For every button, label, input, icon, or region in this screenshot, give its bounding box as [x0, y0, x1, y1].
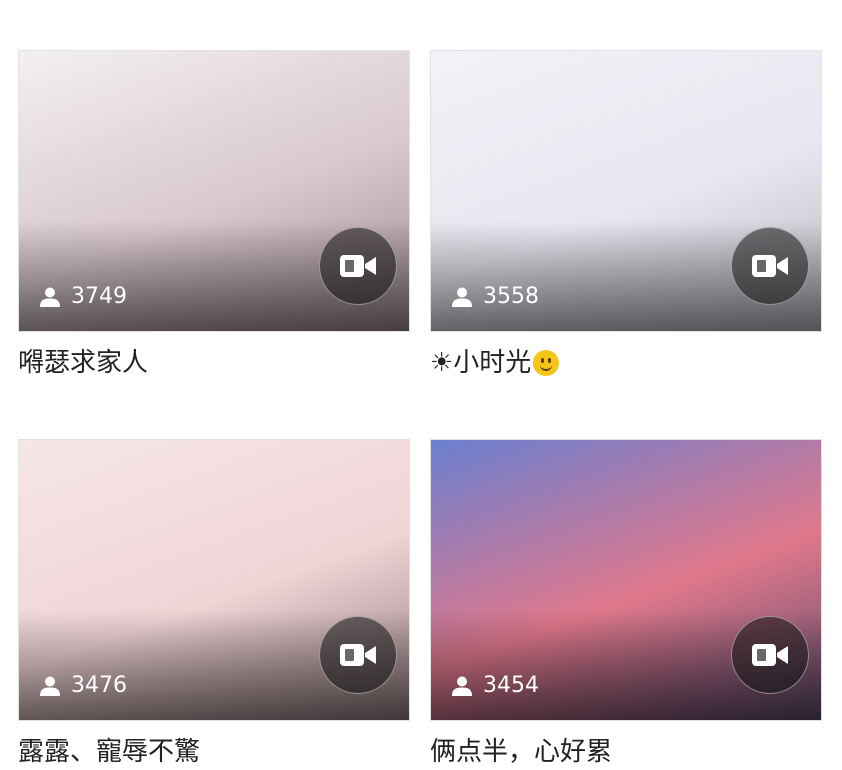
video-button[interactable] [319, 616, 397, 694]
stream-title-text: 俩点半，心好累 [430, 737, 613, 767]
video-camera-icon [752, 255, 788, 277]
video-camera-icon [340, 644, 376, 666]
stream-title[interactable]: 露露、寵辱不驚 [18, 735, 410, 769]
stream-title[interactable]: 俩点半，心好累 [430, 735, 822, 769]
viewer-count: 3558 [451, 284, 539, 309]
viewer-count-text: 3749 [71, 284, 127, 309]
person-icon [40, 287, 60, 307]
smile-emoji-icon [533, 350, 560, 376]
stream-title[interactable]: 嘚瑟求家人 [18, 346, 410, 380]
stream-thumbnail[interactable]: 3749 [18, 50, 410, 332]
video-button[interactable] [319, 227, 397, 305]
viewer-count: 3749 [39, 284, 127, 309]
viewer-count: 3476 [39, 673, 127, 698]
video-camera-icon [752, 644, 788, 666]
stream-card[interactable]: 3476 露露、寵辱不驚 [18, 439, 410, 769]
stream-thumbnail[interactable]: 3558 [430, 50, 822, 332]
stream-card[interactable]: 3454 俩点半，心好累 [430, 439, 822, 769]
video-button[interactable] [731, 616, 809, 694]
viewer-count-text: 3558 [483, 284, 539, 309]
stream-title-text: 嘚瑟求家人 [18, 348, 149, 378]
stream-thumbnail[interactable]: 3454 [430, 439, 822, 721]
person-icon [452, 287, 472, 307]
person-icon [452, 676, 472, 696]
stream-title-text: ☀小时光 [430, 348, 532, 378]
viewer-count-text: 3454 [483, 673, 539, 698]
stream-title[interactable]: ☀小时光 [430, 346, 822, 380]
stream-card[interactable]: 3558 ☀小时光 [430, 50, 822, 380]
stream-card[interactable]: 3749 嘚瑟求家人 [18, 50, 410, 380]
stream-title-text: 露露、寵辱不驚 [18, 737, 201, 767]
viewer-count: 3454 [451, 673, 539, 698]
video-button[interactable] [731, 227, 809, 305]
viewer-count-text: 3476 [71, 673, 127, 698]
stream-thumbnail[interactable]: 3476 [18, 439, 410, 721]
person-icon [40, 676, 60, 696]
video-camera-icon [340, 255, 376, 277]
